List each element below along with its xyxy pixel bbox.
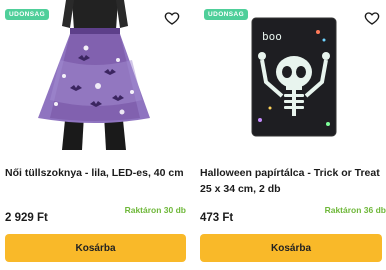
product-grid: UDONSAG Női tüllszoknya - lila, LED-es, … <box>0 0 386 270</box>
product-image[interactable]: boo UDONSAG <box>200 0 386 150</box>
product-price: 473 Ft <box>200 212 234 224</box>
stock-status: Raktáron 36 db <box>324 205 386 215</box>
product-title[interactable]: Halloween papírtálca - Trick or Treat 25… <box>200 165 382 197</box>
product-title[interactable]: Női tüllszoknya - lila, LED-es, 40 cm <box>5 165 187 181</box>
stock-status: Raktáron 30 db <box>124 205 186 215</box>
heart-icon[interactable] <box>164 10 180 26</box>
heart-icon[interactable] <box>364 10 380 26</box>
tulle-skirt-image <box>38 0 150 150</box>
product-card[interactable]: UDONSAG Női tüllszoknya - lila, LED-es, … <box>0 0 186 270</box>
product-price: 2 929 Ft <box>5 212 48 224</box>
product-card[interactable]: boo UDONSAG Halloween papírtálca - Trick… <box>200 0 386 270</box>
sale-badge: UDONSAG <box>5 9 50 20</box>
tray-boo-text: boo <box>262 30 282 43</box>
sale-badge: UDONSAG <box>204 9 249 20</box>
halloween-tray-image: boo <box>251 17 337 137</box>
add-to-cart-button[interactable]: Kosárba <box>200 234 382 262</box>
add-to-cart-button[interactable]: Kosárba <box>5 234 186 262</box>
product-image[interactable]: UDONSAG <box>0 0 186 150</box>
